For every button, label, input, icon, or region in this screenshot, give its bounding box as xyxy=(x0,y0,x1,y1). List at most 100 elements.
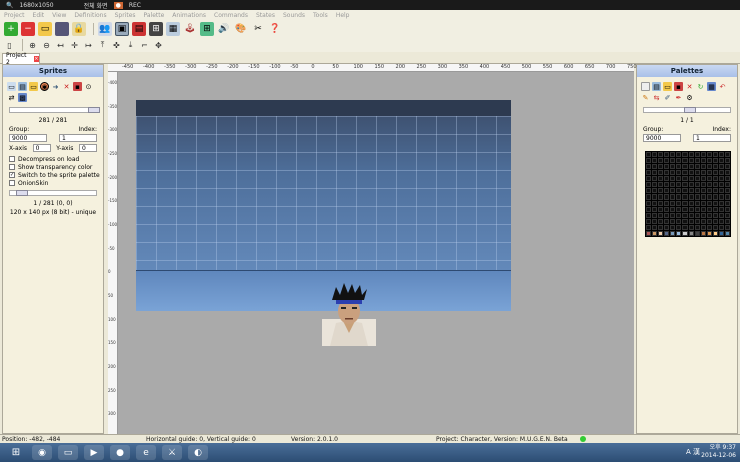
palette-color-cell[interactable] xyxy=(652,206,658,212)
palette-color-cell[interactable] xyxy=(718,224,724,230)
arrow-right-icon[interactable]: ➜ xyxy=(51,82,60,91)
palette-color-cell[interactable] xyxy=(706,152,712,158)
palette-color-cell[interactable] xyxy=(676,158,682,164)
palette-color-cell[interactable] xyxy=(664,170,670,176)
slider-thumb[interactable] xyxy=(88,107,100,113)
palette-color-cell[interactable] xyxy=(682,194,688,200)
palette-color-cell[interactable] xyxy=(718,164,724,170)
save-icon[interactable] xyxy=(55,22,69,36)
palette-color-cell[interactable] xyxy=(700,164,706,170)
palette-color-cell[interactable] xyxy=(700,188,706,194)
palette-color-cell[interactable] xyxy=(712,194,718,200)
import-sprite-icon[interactable]: ◉ xyxy=(40,82,49,91)
palette-color-cell[interactable] xyxy=(658,212,664,218)
palette-color-cell[interactable] xyxy=(712,212,718,218)
palette-color-cell[interactable] xyxy=(670,164,676,170)
palette-color-cell[interactable] xyxy=(688,206,694,212)
undo-icon[interactable]: ↶ xyxy=(718,82,727,91)
palette-color-cell[interactable] xyxy=(664,212,670,218)
palette-color-cell[interactable] xyxy=(688,182,694,188)
palette-color-cell[interactable] xyxy=(712,200,718,206)
palette-color-cell[interactable] xyxy=(670,152,676,158)
palette-color-cell[interactable] xyxy=(658,224,664,230)
palette-color-cell[interactable] xyxy=(700,212,706,218)
joystick-icon[interactable]: 🕹 xyxy=(183,22,197,36)
palette-color-cell[interactable] xyxy=(646,218,652,224)
ime-indicator[interactable]: A 漢 xyxy=(686,448,700,456)
palette-color-cell[interactable] xyxy=(652,176,658,182)
app-red-icon[interactable]: ● xyxy=(110,445,130,460)
fighter-factory-icon[interactable]: ⚔ xyxy=(162,445,182,460)
palette-color-cell[interactable] xyxy=(658,200,664,206)
palette-color-cell[interactable] xyxy=(664,230,670,236)
palette-color-cell[interactable] xyxy=(706,164,712,170)
horizontal-ruler[interactable]: -450 -400 -350 -300 -250 -200 -150 -100 -50 0 50 10… xyxy=(108,64,637,72)
palette-color-cell[interactable] xyxy=(646,206,652,212)
palette-color-cell[interactable] xyxy=(664,188,670,194)
recorder-mode[interactable]: 전체 화면 xyxy=(84,1,108,10)
palette-color-cell[interactable] xyxy=(694,206,700,212)
recorder-rec-label[interactable]: REC xyxy=(129,2,141,9)
palette-color-cell[interactable] xyxy=(712,164,718,170)
palette-color-cell[interactable] xyxy=(694,170,700,176)
align-bottom-icon[interactable]: ⤓ xyxy=(125,40,136,51)
delete-icon[interactable]: ✕ xyxy=(62,82,71,91)
menu-help[interactable]: Help xyxy=(336,12,350,19)
tools-icon[interactable]: ✂ xyxy=(251,22,265,36)
palette-color-cell[interactable] xyxy=(652,200,658,206)
eyedropper-icon[interactable]: ✎ xyxy=(641,93,650,102)
palette-color-cell[interactable] xyxy=(676,194,682,200)
palette-group-input[interactable]: 9000 xyxy=(643,134,681,142)
palette-color-cell[interactable] xyxy=(724,224,730,230)
palette-color-cell[interactable] xyxy=(652,158,658,164)
new-project-icon[interactable]: + xyxy=(4,22,18,36)
brush-icon[interactable]: ✐ xyxy=(663,93,672,102)
palette-color-cell[interactable] xyxy=(718,194,724,200)
users-icon[interactable]: 👥 xyxy=(98,22,112,36)
palette-color-cell[interactable] xyxy=(700,158,706,164)
palette-color-cell[interactable] xyxy=(712,158,718,164)
palette-color-cell[interactable] xyxy=(682,176,688,182)
palette-color-cell[interactable] xyxy=(694,164,700,170)
palette-color-cell[interactable] xyxy=(694,182,700,188)
open-sprite-icon[interactable]: ▤ xyxy=(18,82,27,91)
sound-icon[interactable]: 🔊 xyxy=(217,22,231,36)
palette-color-cell[interactable] xyxy=(652,224,658,230)
palette-color-cell[interactable] xyxy=(682,152,688,158)
slider-thumb[interactable] xyxy=(16,190,28,196)
search-icon[interactable]: ⊙ xyxy=(84,82,93,91)
clock[interactable]: 오후 9:37 2014-12-06 xyxy=(701,444,736,460)
palette-color-cell[interactable] xyxy=(724,164,730,170)
palette-color-cell[interactable] xyxy=(712,182,718,188)
yaxis-input[interactable]: 0 xyxy=(78,144,97,152)
menu-project[interactable]: Project xyxy=(4,12,25,19)
transparency-checkbox[interactable]: Show transparency color xyxy=(3,163,103,171)
system-tray[interactable]: A 漢 xyxy=(686,447,700,457)
palette-color-cell[interactable] xyxy=(658,182,664,188)
palette-color-cell[interactable] xyxy=(706,188,712,194)
palette-color-cell[interactable] xyxy=(676,200,682,206)
palette-color-cell[interactable] xyxy=(646,164,652,170)
color-swap-icon[interactable]: ⇆ xyxy=(652,93,661,102)
palette-color-cell[interactable] xyxy=(676,224,682,230)
palette-color-cell[interactable] xyxy=(670,206,676,212)
palette-color-cell[interactable] xyxy=(724,194,730,200)
palette-link-icon[interactable]: ▩ xyxy=(18,93,27,102)
palette-color-cell[interactable] xyxy=(652,230,658,236)
palette-color-cell[interactable] xyxy=(706,194,712,200)
checkbox-box[interactable] xyxy=(9,164,15,170)
palette-color-cell[interactable] xyxy=(688,152,694,158)
palette-color-cell[interactable] xyxy=(688,188,694,194)
crop-icon[interactable]: ▪ xyxy=(73,82,82,91)
palette-color-cell[interactable] xyxy=(724,188,730,194)
align-top-icon[interactable]: ⤒ xyxy=(97,40,108,51)
palette-color-cell[interactable] xyxy=(652,194,658,200)
palette-color-cell[interactable] xyxy=(682,164,688,170)
palette-color-cell[interactable] xyxy=(688,176,694,182)
align-center-icon[interactable]: ✛ xyxy=(69,40,80,51)
palette-color-cell[interactable] xyxy=(676,206,682,212)
align-middle-icon[interactable]: ✜ xyxy=(111,40,122,51)
palette-color-cell[interactable] xyxy=(682,188,688,194)
palette-color-cell[interactable] xyxy=(682,212,688,218)
new-sprite-icon[interactable]: ▭ xyxy=(7,82,16,91)
